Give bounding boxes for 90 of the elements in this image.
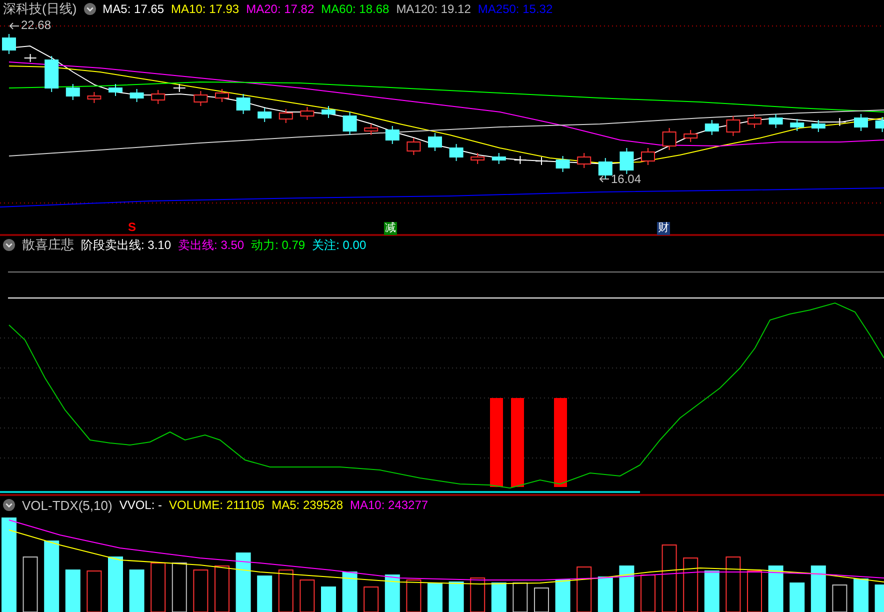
signal-marker: S — [128, 220, 136, 234]
candlestick — [24, 54, 37, 62]
candlestick — [470, 152, 485, 164]
candlestick — [833, 118, 846, 126]
candlestick — [428, 132, 442, 152]
indicator-value: VOLUME: 211105 — [169, 498, 265, 512]
candlestick — [322, 106, 336, 118]
volume-bar — [342, 572, 358, 612]
volume-bar — [384, 574, 400, 612]
candlestick — [811, 120, 826, 132]
volume-bar — [257, 576, 272, 612]
candlestick — [66, 84, 80, 100]
volume-bar — [448, 582, 464, 612]
volume-bar — [619, 566, 634, 612]
indicator-value: 卖出线: 3.50 — [178, 236, 244, 254]
volume-bar — [854, 578, 868, 612]
candlestick — [662, 128, 676, 150]
volume-bar — [790, 582, 805, 612]
volume-bar — [236, 552, 251, 612]
volume-bar — [555, 580, 570, 612]
volume-bar — [129, 570, 144, 612]
candlestick — [514, 156, 527, 164]
candlestick — [87, 92, 102, 104]
candlestick — [215, 88, 229, 102]
volume-bar — [321, 586, 336, 612]
candlestick — [151, 90, 166, 104]
candlestick — [258, 108, 272, 122]
candlestick — [172, 84, 186, 92]
chart-title: 深科技(日线) — [3, 0, 77, 18]
volume-bar — [810, 566, 826, 612]
candlestick — [300, 106, 314, 120]
indicator-value: VVOL: - — [119, 498, 162, 512]
candlestick — [875, 116, 884, 132]
candlestick — [342, 112, 357, 136]
candlestick — [684, 130, 698, 142]
candlestick — [726, 116, 740, 136]
indicator-title: 散喜庄悲 — [22, 236, 74, 254]
volume-bar — [65, 570, 80, 612]
candlestick — [130, 88, 144, 102]
volume-bar — [428, 582, 442, 612]
indicator-value: MA60: 18.68 — [321, 2, 390, 16]
candlestick — [449, 144, 464, 162]
indicator-value: MA120: 19.12 — [396, 2, 471, 16]
arrow-icon — [8, 20, 20, 30]
chevron-down-icon[interactable] — [3, 239, 15, 251]
volume-bar — [874, 584, 884, 612]
candlestick — [556, 156, 570, 172]
volume-bar — [108, 556, 123, 612]
candlestick — [598, 158, 612, 180]
indicator-value: 阶段卖出线: 3.10 — [81, 236, 172, 254]
indicator-value: 关注: 0.00 — [312, 236, 366, 254]
indicator-value: MA250: 15.32 — [478, 2, 553, 16]
volume-bar — [768, 566, 784, 612]
candlestick — [790, 118, 804, 132]
candlestick — [641, 148, 655, 166]
candlestick — [194, 90, 208, 106]
candlestick — [236, 94, 250, 114]
candlestick — [492, 152, 506, 164]
candlestick — [854, 114, 868, 132]
candlestick — [278, 108, 293, 124]
indicator-value: MA5: 239528 — [272, 498, 343, 512]
indicator-value: MA10: 17.93 — [171, 2, 240, 16]
signal-marker: 减 — [384, 222, 397, 235]
candlestick — [406, 138, 421, 156]
volume-bar — [491, 582, 506, 612]
volume-title: VOL-TDX(5,10) — [22, 498, 112, 512]
candlestick — [385, 126, 400, 144]
candlestick — [44, 56, 59, 92]
low-price-label: 16.04 — [598, 172, 642, 186]
high-price-label: 22.68 — [8, 18, 52, 32]
candlestick — [620, 148, 634, 174]
chevron-down-icon[interactable] — [3, 499, 15, 511]
candlestick — [108, 84, 122, 96]
chevron-down-icon[interactable] — [84, 3, 96, 15]
candlestick — [577, 152, 592, 168]
volume-bar — [704, 570, 720, 612]
candlestick — [748, 114, 762, 128]
indicator-value: MA5: 17.65 — [102, 2, 164, 16]
candlestick — [364, 124, 378, 136]
signal-marker: 财 — [657, 222, 670, 235]
indicator-value: MA10: 243277 — [350, 498, 428, 512]
indicator-value: MA20: 17.82 — [246, 2, 314, 16]
candlestick — [535, 156, 548, 166]
volume-bar — [598, 576, 613, 612]
indicator-value: 动力: 0.79 — [251, 236, 306, 254]
volume-bar — [44, 540, 60, 612]
candlestick — [704, 120, 719, 136]
candlestick — [2, 34, 16, 54]
candlestick — [768, 114, 783, 128]
arrow-icon — [598, 174, 610, 184]
